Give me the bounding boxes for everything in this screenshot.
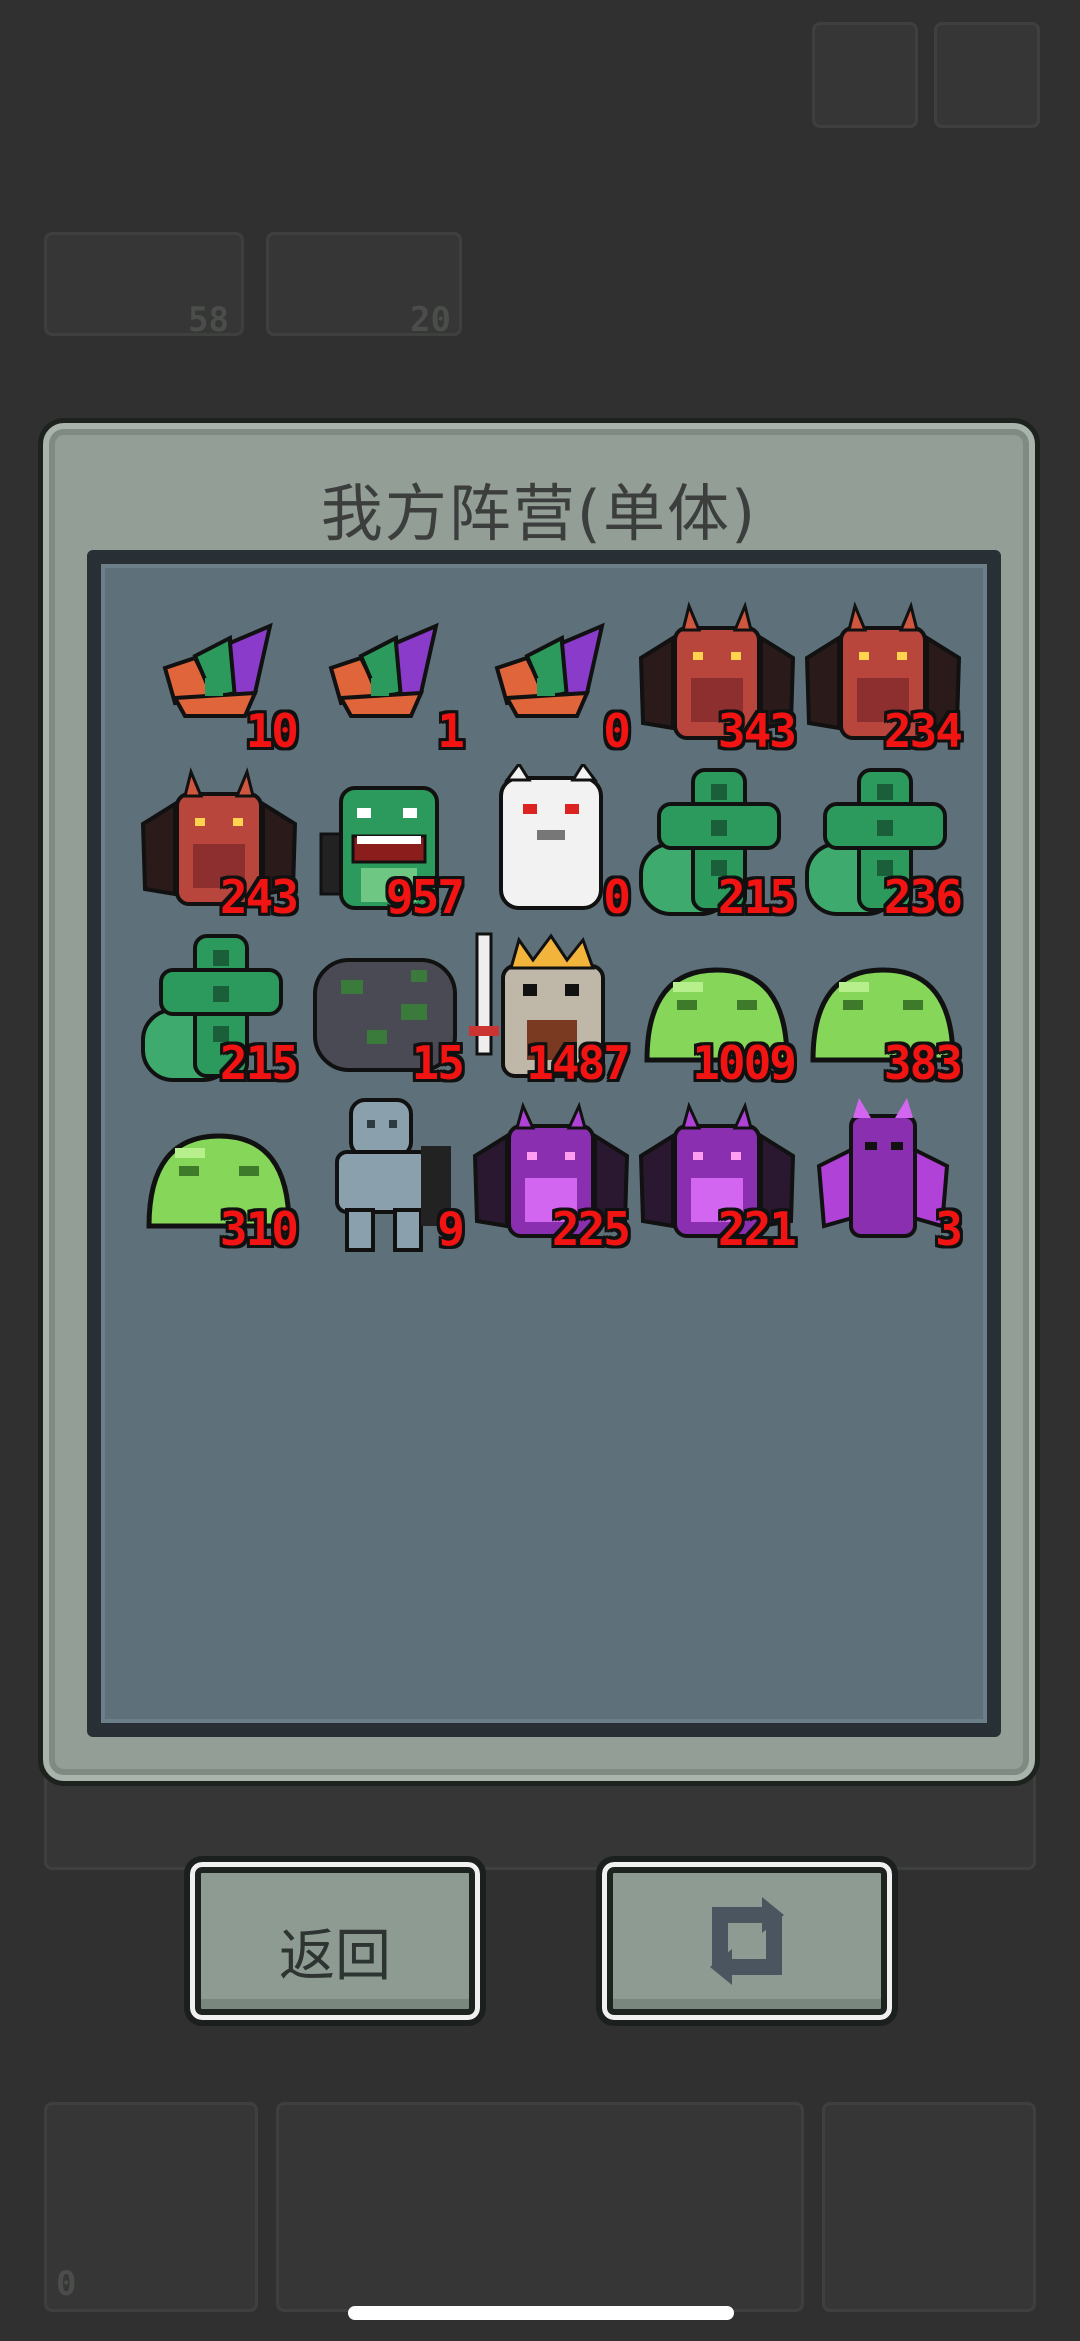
unit-count: 221 <box>717 1202 797 1256</box>
unit-slot-grey-zombie[interactable]: 9 <box>301 1096 469 1264</box>
refresh-icon <box>710 1897 784 1985</box>
bg-bottom-left-count: 0 <box>56 2264 77 2304</box>
unit-count: 383 <box>883 1036 963 1090</box>
unit-slot-green-lizard[interactable]: 957 <box>301 764 469 932</box>
unit-slot-green-slime[interactable]: 310 <box>135 1096 303 1264</box>
bg-bottom-center-slot <box>276 2102 804 2312</box>
unit-slot-white-ghost[interactable]: 0 <box>467 764 635 932</box>
home-indicator[interactable] <box>348 2306 734 2320</box>
bg-bottom-right-slot <box>822 2102 1036 2312</box>
unit-slot-sprout[interactable]: 1 <box>301 598 469 766</box>
unit-slot-red-dragon[interactable]: 243 <box>135 764 303 932</box>
unit-count: 1009 <box>692 1036 797 1090</box>
unit-count: 215 <box>717 870 797 924</box>
unit-slot-purple-dragon[interactable]: 225 <box>467 1096 635 1264</box>
unit-count: 225 <box>551 1202 631 1256</box>
unit-count: 0 <box>603 870 631 924</box>
unit-count: 957 <box>385 870 465 924</box>
unit-count: 343 <box>717 704 797 758</box>
unit-grid: 10 1 0 343 234 243 957 0 215 236 215 15 … <box>87 550 1001 1737</box>
bg-resource-count-1: 58 <box>188 300 229 340</box>
bg-top-button-1 <box>812 22 918 128</box>
unit-slot-purple-dragon[interactable]: 221 <box>633 1096 801 1264</box>
refresh-button[interactable] <box>596 1856 898 2026</box>
back-button-label: 返回 <box>279 1924 391 1989</box>
back-button[interactable]: 返回 <box>184 1856 486 2026</box>
allied-units-dialog: 我方阵营(单体) 10 1 0 343 234 243 957 0 215 23… <box>38 418 1040 1786</box>
unit-count: 215 <box>219 1036 299 1090</box>
unit-slot-sprout[interactable]: 10 <box>135 598 303 766</box>
unit-count: 1487 <box>526 1036 631 1090</box>
unit-count: 15 <box>411 1036 465 1090</box>
unit-slot-skeleton-king[interactable]: 1487 <box>467 930 635 1098</box>
unit-count: 236 <box>883 870 963 924</box>
unit-slot-purple-imp[interactable]: 3 <box>799 1096 967 1264</box>
dialog-title: 我方阵营(单体) <box>320 477 758 550</box>
unit-count: 3 <box>935 1202 963 1256</box>
unit-slot-red-dragon[interactable]: 343 <box>633 598 801 766</box>
unit-slot-sprout[interactable]: 0 <box>467 598 635 766</box>
unit-slot-green-slime[interactable]: 383 <box>799 930 967 1098</box>
unit-count: 10 <box>245 704 299 758</box>
unit-slot-green-worm[interactable]: 236 <box>799 764 967 932</box>
bg-top-button-2 <box>934 22 1040 128</box>
unit-count: 234 <box>883 704 963 758</box>
bg-resource-count-2: 20 <box>410 300 451 340</box>
unit-slot-rock-golem[interactable]: 15 <box>301 930 469 1098</box>
unit-count: 310 <box>219 1202 299 1256</box>
unit-slot-green-worm[interactable]: 215 <box>135 930 303 1098</box>
unit-slot-green-slime[interactable]: 1009 <box>633 930 801 1098</box>
unit-count: 0 <box>603 704 631 758</box>
unit-slot-green-worm[interactable]: 215 <box>633 764 801 932</box>
unit-count: 1 <box>437 704 465 758</box>
unit-slot-red-dragon[interactable]: 234 <box>799 598 967 766</box>
unit-count: 9 <box>437 1202 465 1256</box>
unit-count: 243 <box>219 870 299 924</box>
game-screen: 58 20 0 我方阵营(单体) 10 1 0 343 234 243 957 … <box>0 0 1080 2341</box>
